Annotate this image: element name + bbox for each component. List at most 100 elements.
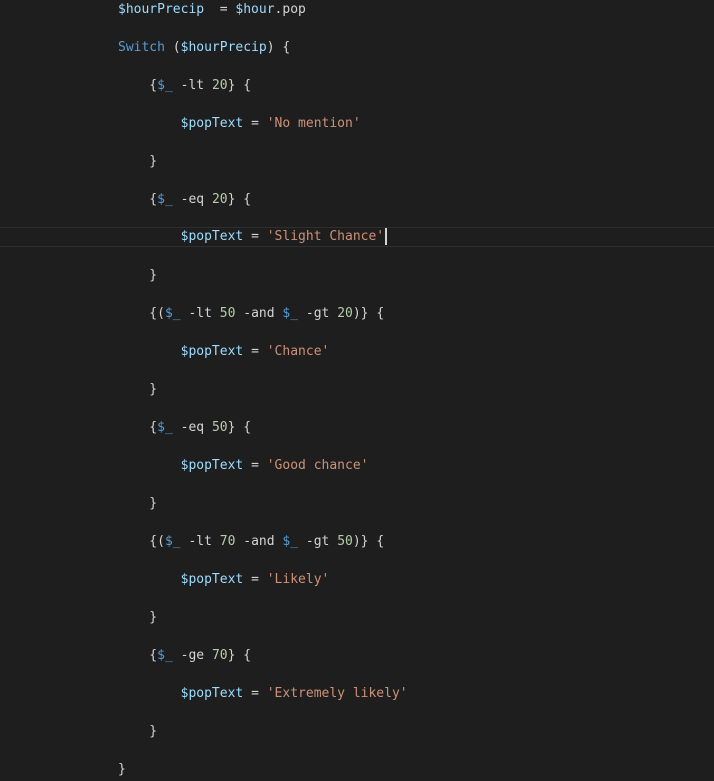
code-text: {$_ -ge 70} { xyxy=(118,646,251,666)
code-text: $popText = 'Slight Chance' xyxy=(118,228,388,246)
code-token: 50 xyxy=(211,420,228,435)
code-line[interactable]: } xyxy=(0,760,714,780)
code-line[interactable]: } xyxy=(0,722,714,742)
code-editor[interactable]: $hourPrecip = $hour.pop Switch ($hourPrec… xyxy=(0,0,714,781)
code-line[interactable]: } xyxy=(0,152,714,172)
code-text: } xyxy=(118,608,157,628)
code-text: } xyxy=(118,494,157,514)
code-token: -ge xyxy=(172,648,212,663)
code-token: -and xyxy=(235,534,283,549)
code-token: 'Slight Chance' xyxy=(266,229,385,244)
code-line-current[interactable]: $popText = 'Slight Chance' xyxy=(0,227,714,247)
code-line[interactable]: } xyxy=(0,266,714,286)
text-cursor xyxy=(385,228,388,245)
code-text: $popText = 'Likely' xyxy=(118,570,330,590)
code-text: {($_ -lt 50 -and $_ -gt 20)} { xyxy=(118,304,384,324)
code-line[interactable]: $popText = 'Chance' xyxy=(0,342,714,362)
code-text: } xyxy=(118,722,157,742)
code-token: $_ xyxy=(157,420,173,435)
code-token: $_ xyxy=(157,192,173,207)
code-token: 'Likely' xyxy=(266,572,330,587)
code-text: } xyxy=(118,760,126,780)
code-line[interactable]: $hourPrecip = $hour.pop xyxy=(0,0,714,20)
code-token: 50 xyxy=(219,306,236,321)
code-token: -lt xyxy=(172,78,212,93)
code-line[interactable]: $popText = 'Extremely likely' xyxy=(0,684,714,704)
code-line[interactable]: } xyxy=(0,608,714,628)
code-token: $popText xyxy=(180,344,244,359)
code-line[interactable]: {($_ -lt 50 -and $_ -gt 20)} { xyxy=(0,304,714,324)
code-token: } xyxy=(118,496,158,511)
code-token: $popText xyxy=(180,458,244,473)
code-text: Switch ($hourPrecip) { xyxy=(118,38,290,58)
code-token: 20 xyxy=(211,78,228,93)
code-token: 'Good chance' xyxy=(266,458,369,473)
code-token: } { xyxy=(227,648,252,663)
code-token: $_ xyxy=(164,534,181,549)
code-token: -eq xyxy=(172,420,212,435)
code-token: } { xyxy=(227,192,252,207)
code-token: { xyxy=(118,192,158,207)
code-token: {( xyxy=(118,534,165,549)
code-token: = xyxy=(243,229,267,244)
code-text: $popText = 'No mention' xyxy=(118,114,361,134)
code-token: } xyxy=(118,610,158,625)
code-line[interactable]: {$_ -ge 70} { xyxy=(0,646,714,666)
code-token: } { xyxy=(227,420,252,435)
code-line[interactable]: $popText = 'No mention' xyxy=(0,114,714,134)
code-text: } xyxy=(118,152,157,172)
code-text: {$_ -lt 20} { xyxy=(118,76,251,96)
code-token: { xyxy=(118,648,158,663)
code-text: } xyxy=(118,380,157,400)
code-token: 50 xyxy=(337,534,353,549)
code-token: ) { xyxy=(266,40,291,55)
code-line[interactable]: } xyxy=(0,494,714,514)
code-token: -eq xyxy=(172,192,212,207)
code-token: 'No mention' xyxy=(266,116,361,131)
code-token: $popText xyxy=(180,572,244,587)
code-line[interactable]: } xyxy=(0,380,714,400)
code-text: $popText = 'Extremely likely' xyxy=(118,684,408,704)
code-token: = xyxy=(243,458,267,473)
code-line[interactable]: {$_ -eq 50} { xyxy=(0,418,714,438)
code-token: } xyxy=(118,154,158,169)
code-line[interactable]: {$_ -eq 20} { xyxy=(0,190,714,210)
code-token: $popText xyxy=(180,229,244,244)
code-line[interactable]: {($_ -lt 70 -and $_ -gt 50)} { xyxy=(0,532,714,552)
code-token: $hourPrecip xyxy=(180,40,267,55)
code-text: {$_ -eq 20} { xyxy=(118,190,251,210)
code-token: $hour xyxy=(235,2,275,17)
code-token: )} { xyxy=(352,534,385,549)
code-text: {($_ -lt 70 -and $_ -gt 50)} { xyxy=(118,532,384,552)
code-line[interactable]: Switch ($hourPrecip) { xyxy=(0,38,714,58)
code-token: = xyxy=(243,344,267,359)
code-token: Switch xyxy=(118,40,165,55)
code-token: } { xyxy=(227,78,252,93)
code-token: } xyxy=(118,268,158,283)
code-token: .pop xyxy=(274,2,306,17)
code-token: -gt xyxy=(298,306,338,321)
code-token: 70 xyxy=(211,648,228,663)
code-token: 20 xyxy=(337,306,353,321)
code-token: $popText xyxy=(180,686,244,701)
code-token: 'Chance' xyxy=(266,344,330,359)
code-token: } xyxy=(118,724,158,739)
code-line[interactable]: $popText = 'Likely' xyxy=(0,570,714,590)
code-token: 70 xyxy=(219,534,236,549)
code-text: $hourPrecip = $hour.pop xyxy=(118,0,306,20)
code-token: = xyxy=(243,116,267,131)
code-token: } xyxy=(118,382,158,397)
code-token: 'Extremely likely' xyxy=(266,686,408,701)
code-text: $popText = 'Good chance' xyxy=(118,456,369,476)
code-token: $_ xyxy=(282,534,299,549)
code-token: = xyxy=(243,686,267,701)
code-line[interactable]: $popText = 'Good chance' xyxy=(0,456,714,476)
code-text: {$_ -eq 50} { xyxy=(118,418,251,438)
code-line[interactable]: {$_ -lt 20} { xyxy=(0,76,714,96)
